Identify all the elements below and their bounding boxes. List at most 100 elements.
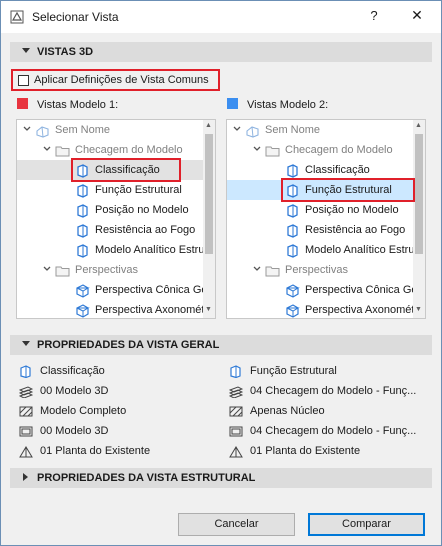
chevron-down-icon[interactable] — [23, 126, 31, 132]
model1-tree-item[interactable]: Perspectiva Cônica Genérica — [17, 280, 215, 300]
view-cube-icon — [75, 223, 90, 238]
tree-item-label: Modelo Analítico Estrutural — [305, 244, 426, 256]
layer-icon — [18, 385, 34, 399]
hatch-icon — [19, 405, 33, 418]
compare-button[interactable]: Comparar — [308, 513, 425, 536]
select-view-dialog: Selecionar Vista ? ✕ VISTAS 3D Aplicar D… — [0, 0, 442, 546]
property-value: 04 Checagem do Modelo - Funç... — [250, 425, 417, 437]
chevron-down-icon[interactable] — [43, 146, 51, 152]
perspective-icon — [285, 283, 300, 298]
property-value: 04 Checagem do Modelo - Funç... — [250, 385, 417, 397]
chevron-down-icon[interactable] — [253, 266, 261, 272]
chevron-down-icon[interactable] — [253, 146, 261, 152]
tree-item-label: Perspectiva Axonométrica — [305, 304, 426, 316]
expand-triangle-icon — [23, 473, 28, 481]
view-cube-icon — [75, 203, 90, 218]
model1-tree-item[interactable]: Modelo Analítico Estrutural — [17, 240, 215, 260]
folder-icon — [265, 143, 280, 158]
tree-item-label: Checagem do Modelo — [285, 144, 393, 156]
cancel-button[interactable]: Cancelar — [178, 513, 295, 536]
tree-item-label: Resistência ao Fogo — [305, 224, 406, 236]
layer-icon — [228, 385, 244, 399]
view-cube-icon — [285, 223, 300, 238]
folder-icon — [55, 143, 70, 158]
scroll-down-icon[interactable]: ▼ — [415, 306, 422, 313]
model2-tree-item[interactable]: Resistência ao Fogo — [227, 220, 413, 240]
tree-item-label: Perspectiva Axonométrica — [95, 304, 216, 316]
section-structural-header[interactable]: PROPRIEDADES DA VISTA ESTRUTURAL — [10, 468, 432, 488]
tree-item-label: Modelo Analítico Estrutural — [95, 244, 216, 256]
tree-item-label: Classificação — [305, 164, 370, 176]
model1-tree-item[interactable]: Sem Nome — [17, 120, 203, 140]
model2-label: Vistas Modelo 2: — [247, 99, 329, 111]
chevron-down-icon[interactable] — [43, 266, 51, 272]
model1-label: Vistas Modelo 1: — [37, 99, 119, 111]
view-cube-icon — [285, 163, 300, 178]
apply-common-label: Aplicar Definições de Vista Comuns — [34, 74, 209, 86]
model1-view-tree[interactable]: Sem Nome Checagem do Modelo Classificação F… — [16, 119, 216, 319]
folder-icon — [265, 263, 280, 278]
perspective-icon — [75, 283, 90, 298]
model1-color-swatch — [17, 98, 28, 109]
model2-color-swatch — [227, 98, 238, 109]
model2-tree-item[interactable]: Perspectiva Cônica Genérica — [227, 280, 425, 300]
scroll-down-icon[interactable]: ▼ — [205, 306, 212, 313]
tree-item-label: Checagem do Modelo — [75, 144, 183, 156]
app-icon — [10, 10, 24, 24]
chevron-down-icon[interactable] — [233, 126, 241, 132]
model2-tree-scrollbar[interactable]: ▲ ▼ — [413, 120, 425, 318]
tree-item-label: Função Estrutural — [95, 184, 182, 196]
scroll-thumb[interactable] — [205, 134, 213, 254]
view-icon — [19, 365, 33, 379]
selection-highlight-box — [281, 178, 415, 202]
help-button[interactable]: ? — [364, 8, 384, 26]
scroll-up-icon[interactable]: ▲ — [415, 122, 422, 129]
apply-common-checkbox[interactable] — [18, 75, 29, 86]
tree-item-label: Sem Nome — [55, 124, 111, 136]
section-general-label: PROPRIEDADES DA VISTA GERAL — [37, 339, 220, 351]
model1-tree-item[interactable]: Perspectiva Axonométrica — [17, 300, 215, 318]
model1-tree-item[interactable]: Checagem do Modelo — [17, 140, 203, 160]
plan-icon — [19, 445, 33, 458]
model-root-icon — [245, 123, 260, 138]
model1-tree-item[interactable]: Perspectivas — [17, 260, 203, 280]
scroll-thumb[interactable] — [415, 134, 423, 254]
section-structural-label: PROPRIEDADES DA VISTA ESTRUTURAL — [37, 472, 256, 484]
collapse-triangle-icon — [22, 48, 30, 53]
plan-icon — [229, 445, 243, 458]
model2-tree-item[interactable]: Posição no Modelo — [227, 200, 413, 220]
model1-tree-item[interactable]: Posição no Modelo — [17, 200, 203, 220]
view-cube-icon — [75, 243, 90, 258]
tree-item-label: Posição no Modelo — [95, 204, 189, 216]
perspective-icon — [285, 303, 300, 318]
model1-tree-item[interactable]: Resistência ao Fogo — [17, 220, 203, 240]
model2-tree-item[interactable]: Perspectivas — [227, 260, 413, 280]
tree-item-label: Perspectivas — [75, 264, 138, 276]
model1-tree-scrollbar[interactable]: ▲ ▼ — [203, 120, 215, 318]
display-icon — [229, 425, 243, 438]
section-views3d-label: VISTAS 3D — [37, 46, 94, 58]
perspective-icon — [75, 303, 90, 318]
property-value: 01 Planta do Existente — [250, 445, 361, 457]
property-value: 00 Modelo 3D — [40, 425, 109, 437]
property-value: 00 Modelo 3D — [40, 385, 109, 397]
property-value: Modelo Completo — [40, 405, 127, 417]
model2-tree-item[interactable]: Perspectiva Axonométrica — [227, 300, 425, 318]
section-general-header[interactable]: PROPRIEDADES DA VISTA GERAL — [10, 335, 432, 355]
model2-tree-item[interactable]: Classificação — [227, 160, 413, 180]
property-value: Classificação — [40, 365, 105, 377]
model2-view-tree[interactable]: Sem Nome Checagem do Modelo Classificação F… — [226, 119, 426, 319]
section-views3d-header[interactable]: VISTAS 3D — [10, 42, 432, 62]
close-button[interactable]: ✕ — [405, 7, 429, 27]
view-icon — [229, 365, 243, 379]
apply-common-view-settings[interactable]: Aplicar Definições de Vista Comuns — [11, 69, 220, 91]
model1-tree-item[interactable]: Função Estrutural — [17, 180, 203, 200]
property-value: Função Estrutural — [250, 365, 337, 377]
model2-tree-item[interactable]: Modelo Analítico Estrutural — [227, 240, 425, 260]
folder-icon — [55, 263, 70, 278]
display-icon — [19, 425, 33, 438]
model2-tree-item[interactable]: Sem Nome — [227, 120, 413, 140]
scroll-up-icon[interactable]: ▲ — [205, 122, 212, 129]
tree-item-label: Posição no Modelo — [305, 204, 399, 216]
model2-tree-item[interactable]: Checagem do Modelo — [227, 140, 413, 160]
